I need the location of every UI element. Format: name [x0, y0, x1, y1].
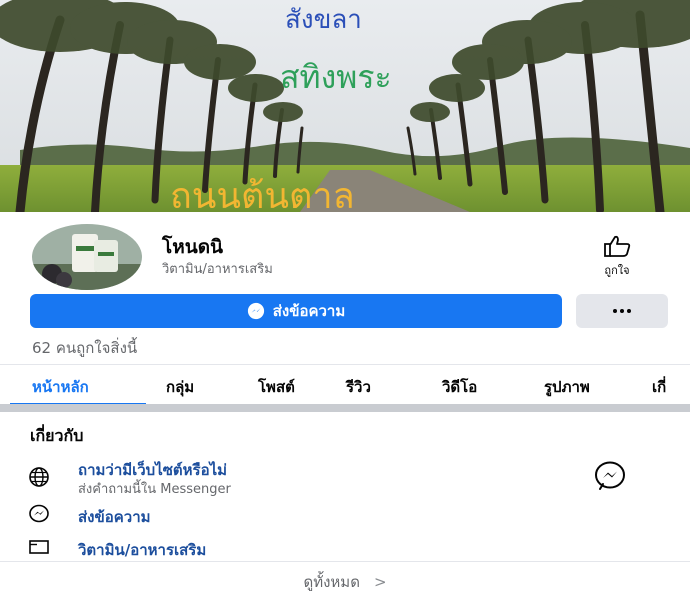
send-message-row-label: ส่งข้อความ — [78, 508, 151, 526]
page-header: โหนดนิ วิตามิน/อาหารเสริม ถูกใจ — [0, 212, 690, 292]
cover-photo[interactable]: สังขลา สทิงพระ ถนนต้นตาล — [0, 0, 690, 212]
tab-reviews[interactable]: รีวิว — [346, 375, 371, 399]
messenger-icon[interactable] — [594, 460, 626, 492]
chevron-right-icon: > — [373, 573, 387, 591]
like-button[interactable]: ถูกใจ — [587, 234, 647, 279]
page-avatar[interactable] — [32, 224, 142, 290]
send-message-button[interactable]: ส่งข้อความ — [30, 294, 562, 328]
send-message-label: ส่งข้อความ — [272, 302, 346, 320]
globe-icon — [29, 467, 49, 487]
about-heading: เกี่ยวกับ — [30, 426, 84, 445]
more-options-button[interactable] — [576, 294, 668, 328]
ask-website-subtitle: ส่งคำถามนี้ใน Messenger — [78, 482, 231, 497]
like-label: ถูกใจ — [604, 264, 630, 277]
likes-count: 62 คนถูกใจสิ่งนี้ — [32, 339, 138, 357]
cover-handwriting-2: สทิงพระ — [280, 58, 392, 96]
tab-about[interactable]: เกี่ — [652, 375, 666, 399]
page-tabs: หน้าหลัก กลุ่ม โพสต์ รีวิว วิดีโอ รูปภาพ… — [0, 364, 690, 406]
more-dots-icon — [613, 309, 631, 313]
tab-posts[interactable]: โพสต์ — [258, 375, 295, 399]
tab-groups[interactable]: กลุ่ม — [166, 375, 194, 399]
category-row-label: วิตามิน/อาหารเสริม — [78, 541, 207, 559]
cover-handwriting-3: ถนนต้นตาล — [170, 176, 355, 212]
messenger-icon — [29, 504, 49, 523]
avatar-product-image — [32, 224, 142, 290]
page-category: วิตามิน/อาหารเสริม — [162, 262, 273, 277]
tab-photos[interactable]: รูปภาพ — [544, 375, 590, 399]
see-all-label: ดูทั้งหมด — [303, 573, 360, 591]
cover-illustration: สังขลา สทิงพระ ถนนต้นตาล — [0, 0, 690, 212]
action-bar: ส่งข้อความ — [0, 292, 690, 332]
category-card-icon — [29, 540, 49, 554]
cover-handwriting-1: สังขลา — [285, 5, 362, 35]
thumbs-up-icon — [604, 235, 631, 257]
see-all-button[interactable]: ดูทั้งหมด > — [0, 570, 690, 594]
section-divider — [0, 404, 690, 412]
messenger-icon — [247, 302, 264, 320]
tab-videos[interactable]: วิดีโอ — [442, 375, 477, 399]
divider — [0, 561, 690, 562]
tab-home[interactable]: หน้าหลัก — [32, 375, 89, 399]
